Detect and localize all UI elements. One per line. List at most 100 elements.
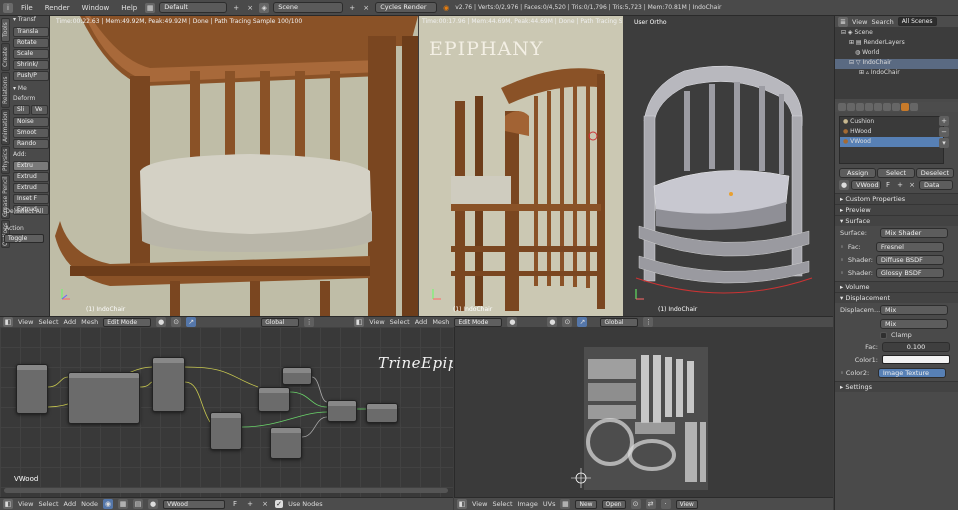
tab-relations[interactable]: Relations xyxy=(1,72,10,108)
material-name-field[interactable]: VWood xyxy=(163,499,226,509)
deselect-button[interactable]: Deselect xyxy=(915,168,955,178)
node-image-texture[interactable] xyxy=(152,357,185,412)
outliner-view[interactable]: View xyxy=(852,18,867,26)
render-engine-selector[interactable]: Cycles Render xyxy=(375,2,438,13)
material-unlink-icon[interactable]: × xyxy=(907,180,917,190)
texture-tab-icon[interactable] xyxy=(910,103,918,111)
assign-button[interactable]: Assign xyxy=(839,168,877,178)
node-diffuse-bsdf[interactable] xyxy=(270,427,302,459)
custom-properties-section[interactable]: ▸ Custom Properties xyxy=(835,193,958,204)
pivot-icon-uv[interactable]: ⊙ xyxy=(630,499,641,509)
material-add-icon[interactable]: + xyxy=(245,499,255,509)
shading-icon-3[interactable]: ● xyxy=(547,317,558,327)
action-selector[interactable]: Toggle xyxy=(4,234,44,243)
ne-select[interactable]: Select xyxy=(38,500,58,508)
preview-section[interactable]: ▸ Preview xyxy=(835,204,958,215)
mode-selector-1[interactable]: Edit Mode xyxy=(103,317,152,327)
surface-section[interactable]: ▾ Surface xyxy=(835,215,958,226)
data-tab-icon[interactable] xyxy=(892,103,900,111)
displacement-selector[interactable]: Mix xyxy=(880,305,948,315)
color1-swatch[interactable] xyxy=(882,355,950,364)
menu-file[interactable]: File xyxy=(17,4,37,12)
uv-select[interactable]: Select xyxy=(492,500,512,508)
editor-type-icon[interactable]: ◧ xyxy=(3,317,13,327)
shading-icon-2[interactable]: ● xyxy=(507,317,518,327)
vh2-select[interactable]: Select xyxy=(390,318,410,326)
viewport-render-full[interactable]: Time:00:17.96 | Mem:44.69M, Peak:44.69M … xyxy=(419,16,623,316)
slot-specials-icon[interactable]: ▾ xyxy=(939,138,949,148)
close-scene-icon[interactable]: × xyxy=(361,3,371,13)
ne-view[interactable]: View xyxy=(18,500,33,508)
shader1-selector[interactable]: Diffuse BSDF xyxy=(875,254,944,265)
editor-type-icon-2[interactable]: ◧ xyxy=(354,317,365,327)
vh2-add[interactable]: Add xyxy=(415,318,428,326)
translate-button[interactable]: Transla xyxy=(13,27,49,37)
node-fresnel[interactable] xyxy=(282,367,312,385)
orientation-selector-3[interactable]: Global xyxy=(600,317,639,327)
vh-select[interactable]: Select xyxy=(38,318,58,326)
material-users-icon[interactable]: F xyxy=(230,499,240,509)
outliner-display-mode[interactable]: All Scenes xyxy=(897,17,937,26)
ne-add[interactable]: Add xyxy=(64,500,77,508)
tab-animation[interactable]: Animation xyxy=(1,109,10,145)
node-mix-rgb[interactable] xyxy=(258,387,290,412)
compositor-tree-icon[interactable]: ▤ xyxy=(133,499,144,509)
vh2-mesh[interactable]: Mesh xyxy=(432,318,449,326)
uv-uvs[interactable]: UVs xyxy=(543,500,556,508)
sync-selection-icon[interactable]: ⇄ xyxy=(645,499,656,509)
material-fake-user-icon[interactable]: F xyxy=(883,180,893,190)
ne-node[interactable]: Node xyxy=(81,500,98,508)
uv-image-editor[interactable] xyxy=(454,327,833,497)
scene-selector[interactable]: Scene xyxy=(273,2,344,13)
use-nodes-checkbox[interactable]: ✓ xyxy=(275,500,284,508)
layers-tab-icon[interactable] xyxy=(847,103,855,111)
pivot-icon-3[interactable]: ⊙ xyxy=(562,317,573,327)
shader-tree-icon[interactable]: ◉ xyxy=(103,499,114,509)
settings-section[interactable]: ▸ Settings xyxy=(835,381,958,392)
material-link-select[interactable]: Data xyxy=(919,180,953,190)
node-editor[interactable]: TrineEpiphany.com VWood xyxy=(0,327,453,497)
uv-image[interactable]: Image xyxy=(518,500,538,508)
outliner-item-indochair-mesh[interactable]: ⊞ ▵ IndoChair xyxy=(835,69,958,79)
scene-tab-icon[interactable] xyxy=(856,103,864,111)
node-editor-type-icon[interactable]: ◧ xyxy=(3,499,13,509)
vh-mesh[interactable]: Mesh xyxy=(81,318,98,326)
outliner-item-indochair[interactable]: ⊟ ▽ IndoChair xyxy=(835,59,958,69)
add-slot-icon[interactable]: + xyxy=(939,116,949,126)
viewport-render-closeup[interactable]: Time:00:22.63 | Mem:49.92M, Peak:49.92M … xyxy=(50,16,418,316)
menu-render[interactable]: Render xyxy=(41,4,74,12)
randomize-button[interactable]: Rando xyxy=(13,139,49,149)
material-browse-icon[interactable]: ● xyxy=(148,499,159,509)
vh2-view[interactable]: View xyxy=(369,318,384,326)
snap-icon-3[interactable]: ⋮ xyxy=(643,317,654,327)
extrude-region-button[interactable]: Extru xyxy=(13,161,49,171)
fac-input-selector[interactable]: Fresnel xyxy=(875,241,944,252)
outliner-item-scene[interactable]: ⊟ ◈ Scene xyxy=(835,29,958,39)
push-pull-button[interactable]: Push/P xyxy=(13,71,49,81)
new-image-button[interactable]: New xyxy=(575,499,597,509)
smooth-button[interactable]: Smoot xyxy=(13,128,49,138)
extrude-button-2[interactable]: Extrud xyxy=(13,183,49,193)
node-material-output[interactable] xyxy=(366,403,398,423)
menu-help[interactable]: Help xyxy=(117,4,141,12)
material-name-input[interactable]: VWood xyxy=(851,180,881,190)
material-remove-icon[interactable]: × xyxy=(260,499,270,509)
volume-section[interactable]: ▸ Volume xyxy=(835,281,958,292)
extrude-individual-button[interactable]: Extrud xyxy=(13,172,49,182)
uv-view[interactable]: View xyxy=(472,500,487,508)
outliner-item-renderlayers[interactable]: ⊞ ▤ RenderLayers xyxy=(835,39,958,49)
last-op-header[interactable]: (De)select All xyxy=(0,208,50,215)
add-layout-icon[interactable]: + xyxy=(231,3,241,13)
pivot-icon[interactable]: ⊙ xyxy=(171,317,182,327)
clamp-checkbox[interactable] xyxy=(880,331,887,339)
material-new-icon[interactable]: + xyxy=(895,180,905,190)
surface-shader-selector[interactable]: Mix Shader xyxy=(880,228,948,238)
layout-selector[interactable]: Default xyxy=(159,2,228,13)
inset-faces-button[interactable]: Inset F xyxy=(13,194,49,204)
remove-slot-icon[interactable]: − xyxy=(939,127,949,137)
vertex-button[interactable]: Ve xyxy=(31,105,48,115)
snap-icon[interactable]: ⋮ xyxy=(304,317,315,327)
open-image-button[interactable]: Open xyxy=(601,499,626,509)
displacement-section[interactable]: ▾ Displacement xyxy=(835,292,958,303)
object-tab-icon[interactable] xyxy=(874,103,882,111)
